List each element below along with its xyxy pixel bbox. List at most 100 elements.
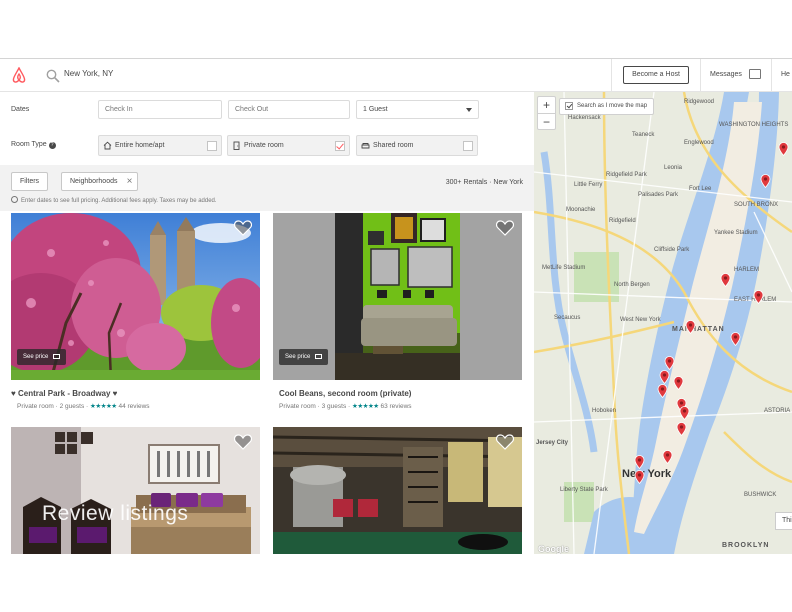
see-price-button[interactable]: See price	[17, 349, 67, 365]
map-label: New York	[622, 468, 672, 480]
dates-label: Dates	[11, 106, 30, 113]
map-label: Cliffside Park	[654, 247, 690, 253]
map-info-box[interactable]: Thi	[775, 512, 792, 530]
listing-pin-icon[interactable]	[730, 332, 741, 346]
listing-pin-icon[interactable]	[760, 174, 771, 188]
nav-divider	[771, 59, 772, 92]
map-label: West New York	[620, 317, 661, 323]
rating-stars: ★★★★★	[352, 403, 379, 410]
listing-title[interactable]: ♥ Central Park - Broadway ♥	[11, 389, 117, 398]
map-label: MetLife Stadium	[542, 265, 586, 271]
map-label: BROOKLYN	[722, 542, 770, 549]
listing-pin-icon[interactable]	[720, 273, 731, 287]
map-label: Liberty State Park	[560, 487, 608, 493]
map-label: Leonia	[664, 165, 683, 171]
map-label: MANHATTAN	[672, 326, 725, 333]
room-type-label: Room Type ?	[11, 141, 56, 149]
listing-meta: Private room · 3 guests · ★★★★★ 63 revie…	[279, 403, 412, 410]
listing-pin-icon[interactable]	[778, 142, 789, 156]
check-in-field[interactable]: Check In	[98, 100, 222, 119]
become-host-button[interactable]: Become a Host	[623, 66, 689, 84]
nav-divider	[700, 59, 701, 92]
map-label: SOUTH BRONX	[734, 202, 779, 208]
sofa-icon	[361, 143, 370, 149]
see-price-button[interactable]: See price	[279, 349, 329, 365]
pricing-info-text: Enter dates to see full pricing. Additio…	[21, 198, 217, 204]
room-type-entire-home[interactable]: Entire home/apt	[98, 135, 222, 156]
heart-icon[interactable]	[234, 434, 252, 450]
room-type-shared-room[interactable]: Shared room	[356, 135, 478, 156]
map-label: WASHINGTON HEIGHTS	[719, 122, 789, 128]
listing-pin-icon[interactable]	[676, 422, 687, 436]
entire-home-checkbox[interactable]	[207, 141, 217, 151]
map-label: Hackensack	[568, 115, 601, 121]
filters-button[interactable]: Filters	[11, 172, 49, 191]
listing-pin-icon[interactable]	[673, 376, 684, 390]
price-tag-icon	[53, 354, 61, 359]
neighborhoods-chip-label: Neighborhoods	[70, 178, 118, 185]
guests-value: 1 Guest	[363, 106, 388, 113]
listing-photo[interactable]: Review listings	[11, 427, 260, 554]
map-label: BUSHWICK	[744, 492, 777, 498]
shared-room-checkbox[interactable]	[463, 141, 473, 151]
message-bubble-icon[interactable]	[749, 69, 761, 79]
home-icon	[103, 141, 112, 150]
chevron-down-icon	[466, 108, 472, 112]
map-label: Yankee Stadium	[714, 230, 758, 236]
listing-title[interactable]: Cool Beans, second room (private)	[279, 389, 411, 398]
listing-pin-icon[interactable]	[753, 290, 764, 304]
messages-link[interactable]: Messages	[710, 71, 742, 78]
listing-pin-icon[interactable]	[679, 406, 690, 420]
help-question-icon[interactable]: ?	[48, 142, 56, 149]
map-label: Little Ferry	[574, 182, 603, 188]
map-label: North Bergen	[614, 282, 650, 288]
loft-photo	[273, 427, 522, 554]
search-as-move-checkbox[interactable]	[565, 102, 573, 110]
map-label: Englewood	[684, 140, 714, 146]
search-as-move-toggle[interactable]: Search as I move the map	[559, 98, 655, 115]
price-tag-icon	[315, 354, 323, 359]
listing-meta: Private room · 2 guests · ★★★★★ 44 revie…	[17, 403, 150, 410]
private-room-checkbox[interactable]	[335, 141, 345, 151]
heart-icon[interactable]	[496, 220, 514, 236]
location-search-input[interactable]: New York, NY	[64, 69, 113, 78]
google-attribution: Google	[538, 544, 569, 554]
map-label: Ridgefield	[609, 218, 636, 224]
listing-pin-icon[interactable]	[657, 384, 668, 398]
listing-pin-icon[interactable]	[659, 370, 670, 384]
heart-icon[interactable]	[496, 434, 514, 450]
zoom-controls: + −	[537, 96, 556, 130]
map-label: Ridgefield Park	[606, 172, 647, 178]
check-out-field[interactable]: Check Out	[228, 100, 350, 119]
map-label: Jersey City	[536, 440, 569, 446]
help-link[interactable]: He	[781, 71, 790, 78]
results-count: 300+ Rentals · New York	[445, 179, 523, 186]
listing-photo[interactable]: See price	[273, 213, 522, 380]
guests-select[interactable]: 1 Guest	[356, 100, 479, 119]
zoom-in-button[interactable]: +	[538, 97, 555, 113]
close-icon[interactable]: ×	[127, 177, 133, 187]
listing-photo[interactable]: See price	[11, 213, 260, 380]
neighborhoods-chip[interactable]: Neighborhoods ×	[61, 172, 139, 191]
zoom-out-button[interactable]: −	[538, 114, 555, 130]
map-label: Palisades Park	[638, 192, 679, 198]
airbnb-logo-icon[interactable]	[11, 67, 27, 84]
search-as-move-label: Search as I move the map	[577, 103, 648, 109]
search-icon	[46, 69, 60, 83]
map-label: Fort Lee	[689, 186, 712, 192]
listing-pin-icon[interactable]	[634, 455, 645, 469]
info-icon	[11, 196, 18, 203]
map-graphic	[534, 92, 792, 554]
listing-pin-icon[interactable]	[634, 470, 645, 484]
heart-icon[interactable]	[234, 220, 252, 236]
top-navigation-bar: New York, NY Become a Host Messages He	[0, 58, 792, 92]
map-label: Teaneck	[632, 132, 655, 138]
map-view[interactable]: + − Search as I move the map Hackensack …	[534, 92, 792, 554]
map-label: HARLEM	[734, 267, 760, 273]
listing-pin-icon[interactable]	[685, 320, 696, 334]
listing-pin-icon[interactable]	[664, 356, 675, 370]
listing-photo[interactable]	[273, 427, 522, 554]
room-type-private-room[interactable]: Private room	[227, 135, 350, 156]
map-label: Secaucus	[554, 315, 581, 321]
listing-pin-icon[interactable]	[662, 450, 673, 464]
